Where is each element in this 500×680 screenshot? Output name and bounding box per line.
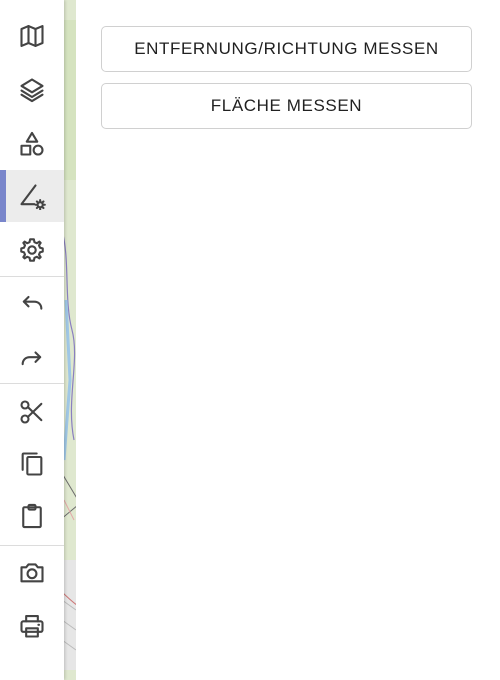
settings-button[interactable] — [0, 224, 64, 276]
shapes-icon — [20, 131, 44, 156]
undo-button[interactable] — [0, 278, 64, 330]
toolbar-divider — [0, 276, 64, 277]
redo-button[interactable] — [0, 330, 64, 382]
copy-icon — [21, 452, 43, 476]
layers-button[interactable] — [0, 64, 64, 116]
paste-button[interactable] — [0, 490, 64, 542]
print-button[interactable] — [0, 600, 64, 652]
settings-icon — [20, 238, 44, 262]
undo-icon — [22, 295, 43, 310]
measure-panel: ENTFERNUNG/RICHTUNG MESSEN FLÄCHE MESSEN — [76, 0, 500, 680]
copy-button[interactable] — [0, 438, 64, 490]
redo-icon — [21, 351, 42, 366]
paste-icon — [22, 503, 42, 529]
cut-button[interactable] — [0, 386, 64, 438]
measure-tool-button[interactable] — [0, 170, 64, 222]
cut-icon — [20, 400, 43, 424]
measure-area-button[interactable]: FLÄCHE MESSEN — [101, 83, 472, 129]
left-toolbar — [0, 0, 64, 680]
camera-icon — [20, 563, 44, 583]
map-button[interactable] — [0, 10, 64, 62]
map-icon — [20, 25, 44, 47]
toolbar-divider — [0, 383, 64, 384]
layers-icon — [20, 78, 44, 103]
app-window: ENTFERNUNG/RICHTUNG MESSEN FLÄCHE MESSEN — [0, 0, 500, 680]
measure-distance-direction-button[interactable]: ENTFERNUNG/RICHTUNG MESSEN — [101, 26, 472, 72]
measure-tool-icon — [20, 184, 46, 210]
print-icon — [20, 615, 44, 638]
screenshot-button[interactable] — [0, 546, 64, 598]
shapes-button[interactable] — [0, 118, 64, 170]
